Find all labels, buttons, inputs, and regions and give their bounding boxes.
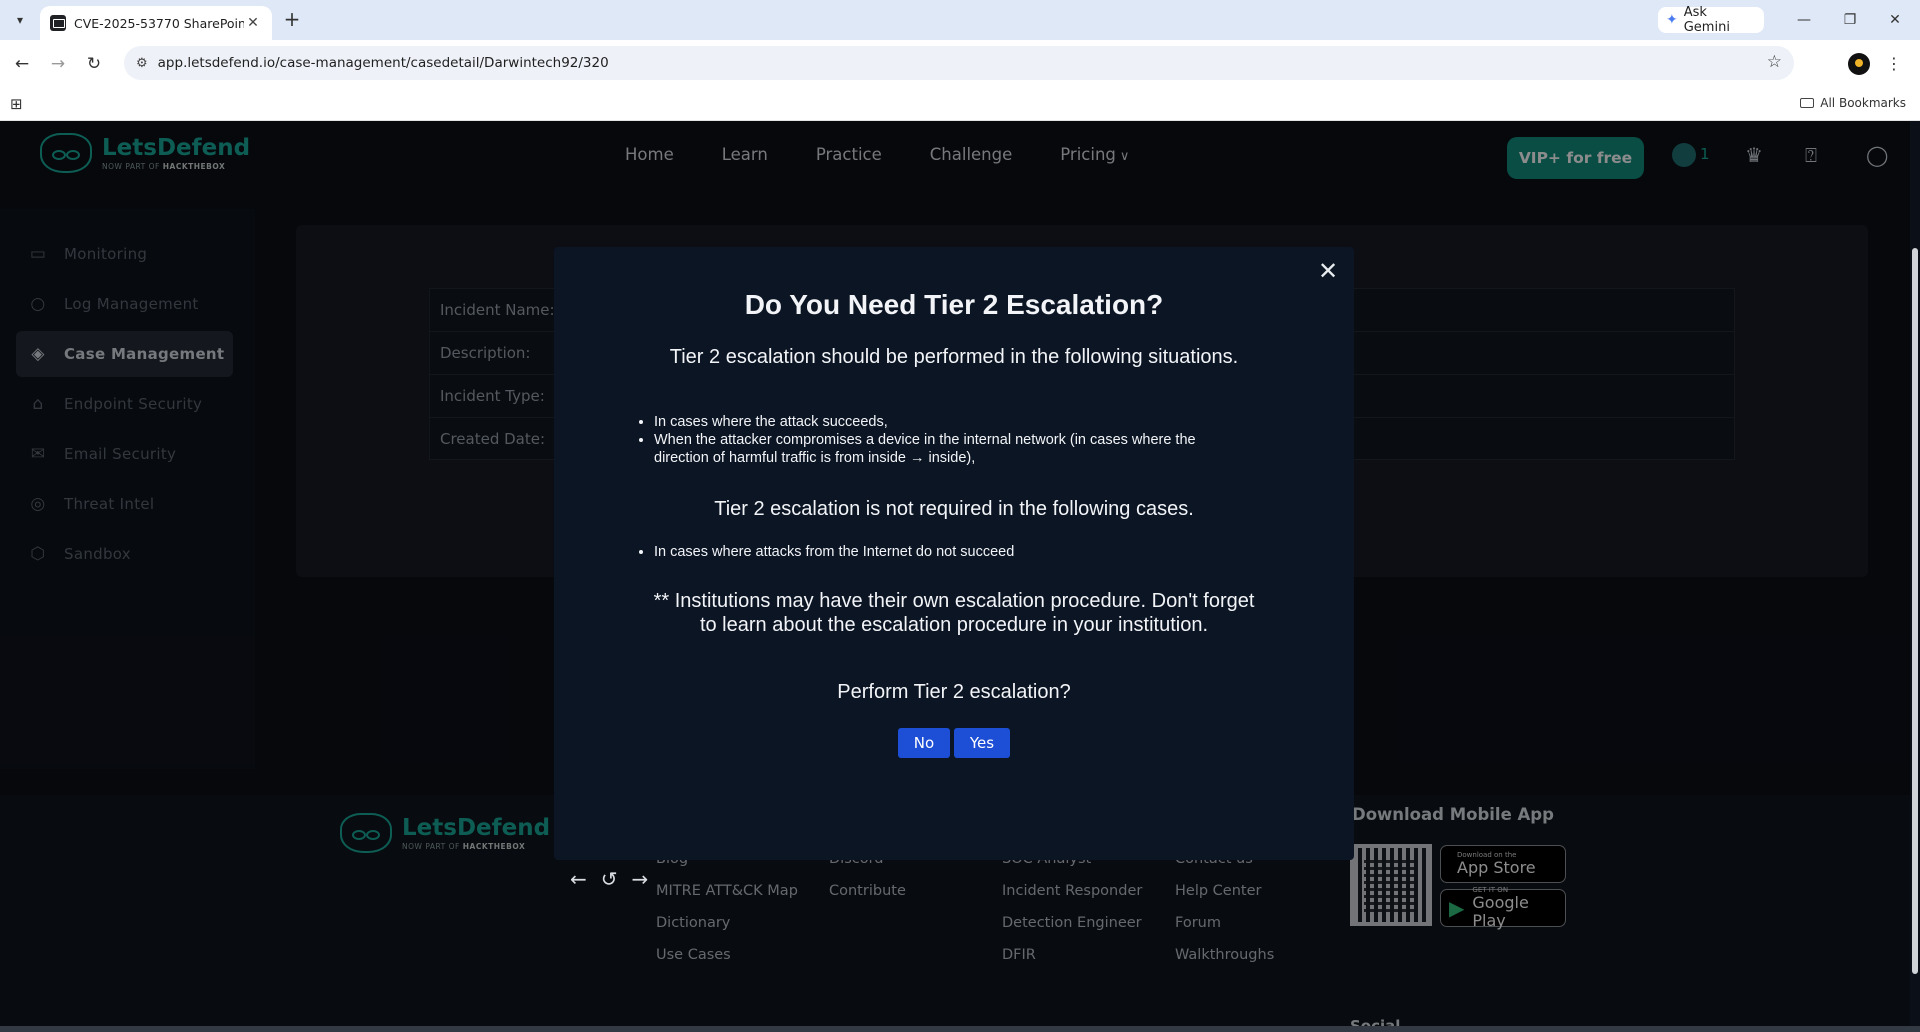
list-item: When the attacker compromises a device i… <box>654 431 1254 467</box>
page-scrollbar[interactable] <box>1910 121 1920 1032</box>
not-required-list: In cases where attacks from the Internet… <box>654 543 1254 561</box>
profile-avatar[interactable] <box>1848 53 1870 75</box>
no-button[interactable]: No <box>898 728 950 758</box>
horizontal-scrollbar[interactable] <box>0 1026 1920 1032</box>
not-required-lead: Tier 2 escalation is not required in the… <box>714 498 1194 520</box>
list-item: In cases where the attack succeeds, <box>654 413 1254 431</box>
ask-gemini-label: Ask Gemini <box>1683 5 1730 35</box>
escalation-question: Perform Tier 2 escalation? <box>837 681 1071 703</box>
modal-title: Do You Need Tier 2 Escalation? <box>744 289 1164 320</box>
tier2-escalation-modal: ✕ Do You Need Tier 2 Escalation? Tier 2 … <box>554 247 1354 860</box>
bookmark-star-icon[interactable]: ☆ <box>1767 52 1782 72</box>
browser-menu-icon[interactable]: ⋮ <box>1886 52 1902 76</box>
required-lead: Tier 2 escalation should be performed in… <box>669 346 1239 368</box>
new-tab-button[interactable]: + <box>280 8 304 32</box>
tab-title: CVE-2025-53770 SharePoint To <box>74 15 244 31</box>
required-list: In cases where the attack succeeds, When… <box>654 413 1254 467</box>
all-bookmarks-button[interactable]: All Bookmarks <box>1800 96 1906 110</box>
tab-close-icon[interactable]: ✕ <box>244 15 262 31</box>
all-bookmarks-label: All Bookmarks <box>1820 96 1906 110</box>
rotate-icon[interactable]: ↺ <box>601 867 618 891</box>
scrollbar-thumb[interactable] <box>1912 248 1918 974</box>
letsdefend-favicon-icon <box>50 15 66 31</box>
arrow-right-icon[interactable]: → <box>632 867 649 891</box>
bookmarks-bar: ⊞ All Bookmarks <box>0 87 1920 121</box>
tab-search-icon[interactable]: ▾ <box>8 8 32 32</box>
apps-grid-icon[interactable]: ⊞ <box>10 95 23 113</box>
url-text[interactable]: app.letsdefend.io/case-management/casede… <box>158 55 609 71</box>
window-close-icon[interactable]: ✕ <box>1883 8 1907 32</box>
institution-note: ** Institutions may have their own escal… <box>653 590 1255 636</box>
site-info-icon[interactable]: ⚙ <box>136 56 148 71</box>
yes-button[interactable]: Yes <box>954 728 1010 758</box>
browser-toolbar: ← → ↻ ⚙ app.letsdefend.io/case-managemen… <box>0 40 1920 87</box>
gemini-sparkle-icon: ✦ <box>1666 12 1678 28</box>
reload-icon[interactable]: ↻ <box>82 52 106 76</box>
restore-icon[interactable]: ❐ <box>1838 8 1862 32</box>
list-item: In cases where attacks from the Internet… <box>654 543 1254 561</box>
back-arrow-icon[interactable]: ← <box>10 52 34 76</box>
ask-gemini-button[interactable]: ✦ Ask Gemini <box>1658 5 1764 35</box>
active-tab[interactable]: CVE-2025-53770 SharePoint To ✕ <box>40 6 272 40</box>
browser-tab-bar: ▾ CVE-2025-53770 SharePoint To ✕ + ✦ Ask… <box>0 0 1920 40</box>
forward-arrow-icon[interactable]: → <box>46 52 70 76</box>
folder-icon <box>1800 98 1815 108</box>
image-pager: ← ↺ → <box>570 865 680 893</box>
address-bar[interactable]: ⚙ app.letsdefend.io/case-management/case… <box>124 46 1794 80</box>
arrow-left-icon[interactable]: ← <box>570 867 587 891</box>
close-icon[interactable]: ✕ <box>1314 257 1342 285</box>
minimize-icon[interactable]: — <box>1792 8 1816 32</box>
